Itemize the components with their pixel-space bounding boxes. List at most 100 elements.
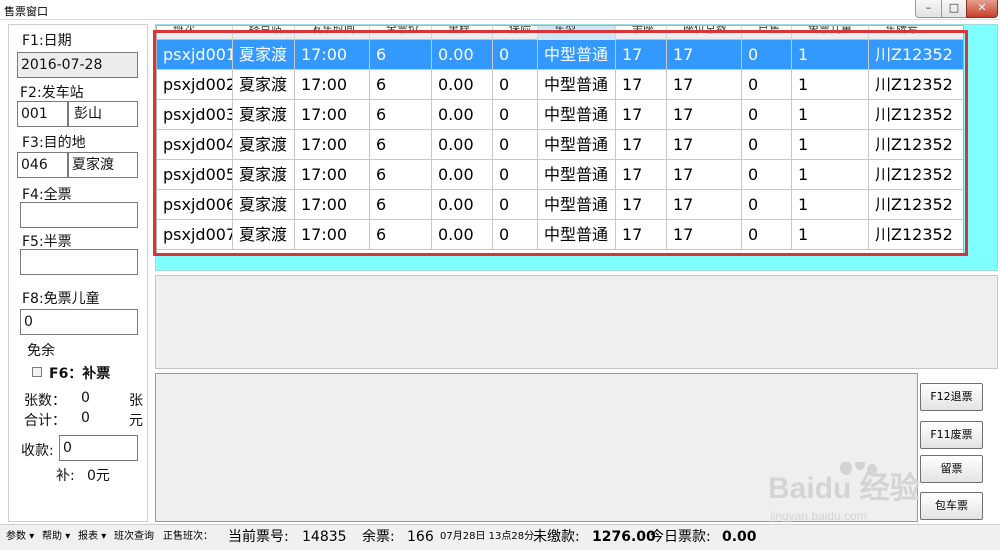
table-cell: 0 — [742, 40, 792, 70]
total-value: 0 — [81, 410, 90, 426]
table-cell: 0.00 — [432, 190, 493, 220]
menu-help[interactable]: 帮助 ▾ — [42, 525, 70, 550]
table-cell: 中型普通 — [538, 130, 616, 160]
free-remaining-label: 免余 — [27, 343, 55, 359]
menu-params[interactable]: 参数 ▾ — [6, 525, 34, 550]
column-header[interactable]: 终点站 — [233, 26, 295, 40]
table-cell: 1 — [792, 160, 869, 190]
column-header[interactable]: 车型 — [538, 26, 616, 40]
column-header[interactable]: 里程 — [432, 26, 493, 40]
table-row[interactable]: psxjd005 夏家渡 17:00 6 0.00 0 中型普通 17 17 0 1 川Z12352 — [157, 160, 963, 190]
minimize-button[interactable]: – — [915, 0, 942, 18]
table-cell: 川Z12352 — [869, 100, 963, 130]
void-button[interactable]: F11废票 — [920, 421, 983, 449]
menu-report-label: 报表 — [78, 531, 98, 542]
column-header[interactable]: 全票价 — [370, 26, 432, 40]
today-amount-value: 0.00 — [722, 529, 757, 545]
table-cell: 17 — [616, 130, 667, 160]
table-cell: 0 — [493, 130, 538, 160]
table-cell: 1 — [792, 70, 869, 100]
table-cell: 17 — [667, 70, 742, 100]
table-cell: 中型普通 — [538, 160, 616, 190]
table-cell: 1 — [792, 40, 869, 70]
table-cell: 0 — [493, 100, 538, 130]
table-cell: 中型普通 — [538, 190, 616, 220]
half-ticket-field[interactable] — [20, 249, 138, 275]
caret-down-icon: ▾ — [65, 531, 71, 542]
change-label: 补: — [56, 468, 75, 484]
maximize-button[interactable]: □ — [941, 0, 967, 18]
caret-down-icon: ▾ — [29, 531, 35, 542]
total-label: 合计： — [24, 413, 66, 429]
table-cell: 17 — [616, 190, 667, 220]
close-button[interactable]: ✕ — [966, 0, 998, 18]
menu-report[interactable]: 报表 ▾ — [78, 525, 106, 550]
table-cell: 17 — [616, 220, 667, 250]
payment-field[interactable]: 0 — [59, 435, 138, 461]
date-label: F1:日期 — [22, 33, 72, 49]
detail-panel — [155, 275, 998, 369]
count-value: 0 — [81, 390, 90, 406]
departure-label: F2:发车站 — [20, 85, 84, 101]
departure-name-field[interactable]: 彭山 — [68, 101, 138, 127]
destination-code-field[interactable]: 046 — [17, 152, 68, 178]
table-cell: 6 — [370, 220, 432, 250]
date-field[interactable]: 2016-07-28 — [17, 52, 138, 78]
count-label: 张数： — [24, 393, 66, 409]
table-cell: 17:00 — [295, 100, 370, 130]
title-bar: 售票窗口 – □ ✕ — [0, 0, 1000, 20]
column-header[interactable]: 已售 — [742, 26, 792, 40]
destination-name-field[interactable]: 夏家渡 — [68, 152, 138, 178]
column-header[interactable]: 免票儿童 — [792, 26, 869, 40]
table-cell: psxjd007 — [157, 220, 233, 250]
column-header[interactable]: 车牌号 — [869, 26, 963, 40]
table-cell: 0.00 — [432, 40, 493, 70]
full-ticket-field[interactable] — [20, 202, 138, 228]
table-row[interactable]: psxjd002 夏家渡 17:00 6 0.00 0 中型普通 17 17 0 1 川Z12352 — [157, 70, 963, 100]
table-cell: psxjd004 — [157, 130, 233, 160]
column-header[interactable]: 班次 — [157, 26, 233, 40]
column-header[interactable]: 保险 — [493, 26, 538, 40]
table-row[interactable]: psxjd007 夏家渡 17:00 6 0.00 0 中型普通 17 17 0 1 川Z12352 — [157, 220, 963, 250]
supplement-checkbox[interactable] — [32, 367, 42, 377]
table-row[interactable]: psxjd001 夏家渡 17:00 6 0.00 0 中型普通 17 17 0 1 川Z12352 — [157, 40, 963, 70]
full-ticket-label: F4:全票 — [22, 187, 72, 203]
column-header[interactable]: 余座 — [616, 26, 667, 40]
table-cell: 6 — [370, 160, 432, 190]
table-cell: 17 — [667, 160, 742, 190]
table-cell: 17:00 — [295, 70, 370, 100]
payment-label: 收款: — [21, 443, 54, 459]
table-header: 班次 终点站 发车时间 全票价 里程 保险 车型 余座 座位总数 已售 免票儿童 车牌号 — [157, 26, 963, 40]
refund-button[interactable]: F12退票 — [920, 383, 983, 411]
menu-schedule-query[interactable]: 班次查询 — [114, 525, 154, 550]
table-cell: 17:00 — [295, 160, 370, 190]
table-cell: 17 — [616, 70, 667, 100]
table-row[interactable]: psxjd006 夏家渡 17:00 6 0.00 0 中型普通 17 17 0 1 川Z12352 — [157, 190, 963, 220]
unpaid-value: 1276.00 — [592, 529, 656, 545]
table-cell: 0.00 — [432, 70, 493, 100]
total-unit: 元 — [129, 413, 143, 429]
selling-schedule-label: 正售班次： — [163, 531, 213, 542]
table-cell: psxjd005 — [157, 160, 233, 190]
caret-down-icon: ▾ — [101, 531, 107, 542]
free-child-field[interactable]: 0 — [20, 309, 138, 335]
table-cell: 中型普通 — [538, 220, 616, 250]
table-cell: 夏家渡 — [233, 100, 295, 130]
table-cell: 6 — [370, 190, 432, 220]
table-cell: 夏家渡 — [233, 40, 295, 70]
table-cell: 17 — [667, 40, 742, 70]
table-cell: 17 — [667, 130, 742, 160]
table-cell: 夏家渡 — [233, 160, 295, 190]
departure-code-field[interactable]: 001 — [17, 101, 68, 127]
table-row[interactable]: psxjd003 夏家渡 17:00 6 0.00 0 中型普通 17 17 0 1 川Z12352 — [157, 100, 963, 130]
baidu-paw-logo-icon: Baidu 经验 jingyan.baidu.com — [768, 458, 920, 523]
column-header[interactable]: 发车时间 — [295, 26, 370, 40]
table-cell: 0 — [493, 70, 538, 100]
table-cell: 夏家渡 — [233, 70, 295, 100]
table-cell: 川Z12352 — [869, 160, 963, 190]
ticket-input-panel: F1:日期 2016-07-28 F2:发车站 001 彭山 F3:目的地 04… — [8, 24, 148, 522]
table-cell: 17 — [616, 160, 667, 190]
table-cell: 17 — [616, 40, 667, 70]
column-header[interactable]: 座位总数 — [667, 26, 742, 40]
table-row[interactable]: psxjd004 夏家渡 17:00 6 0.00 0 中型普通 17 17 0 1 川Z12352 — [157, 130, 963, 160]
